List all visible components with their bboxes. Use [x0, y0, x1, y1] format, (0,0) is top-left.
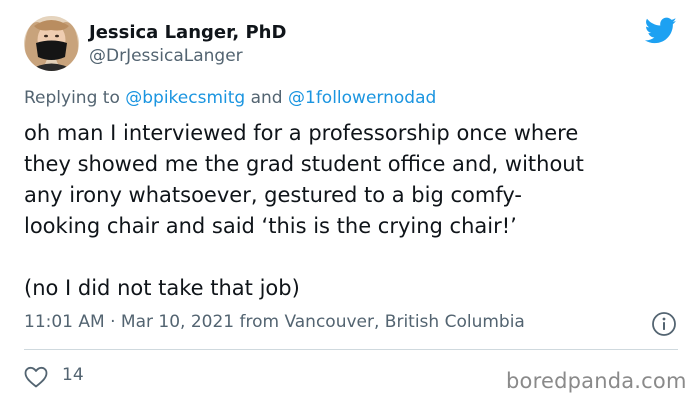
- divider: [24, 349, 678, 350]
- tweet-text: oh man I interviewed for a professorship…: [24, 118, 684, 304]
- author-handle[interactable]: @DrJessicaLanger: [89, 46, 243, 66]
- replying-to: Replying to @bpikecsmitg and @1followern…: [24, 88, 436, 108]
- tweet-text-line: oh man I interviewed for a professorship…: [24, 121, 579, 145]
- twitter-bird-icon[interactable]: [645, 17, 677, 45]
- replying-to-conjunction: and: [250, 88, 283, 108]
- watermark: boredpanda.com: [506, 369, 687, 393]
- heart-icon[interactable]: [24, 366, 48, 388]
- tweet-text-line: any irony whatsoever, gestured to a big …: [24, 183, 522, 207]
- tweet-text-line: they showed me the grad student office a…: [24, 152, 584, 176]
- tweet-text-line: (no I did not take that job): [24, 276, 300, 300]
- author-display-name[interactable]: Jessica Langer, PhD: [89, 22, 286, 43]
- tweet-timestamp[interactable]: 11:01 AM · Mar 10, 2021 from Vancouver, …: [24, 312, 525, 332]
- tweet-card: Jessica Langer, PhD @DrJessicaLanger Rep…: [0, 0, 700, 402]
- replying-to-prefix: Replying to: [24, 88, 120, 108]
- like-count: 14: [62, 365, 84, 385]
- info-icon[interactable]: [651, 311, 677, 337]
- avatar[interactable]: [24, 16, 79, 71]
- mention-link-1[interactable]: @bpikecsmitg: [125, 88, 245, 108]
- mention-link-2[interactable]: @1followernodad: [288, 88, 436, 108]
- tweet-text-line: looking chair and said ‘this is the cryi…: [24, 214, 517, 238]
